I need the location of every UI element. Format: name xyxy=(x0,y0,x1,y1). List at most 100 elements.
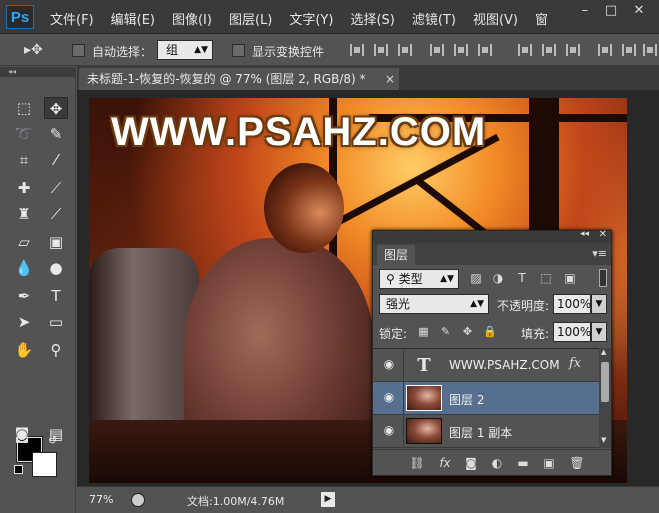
status-menu-arrow[interactable]: ▶ xyxy=(321,492,335,507)
align-vcenter-icon[interactable] xyxy=(374,44,388,56)
shape-filter-icon[interactable]: ⬚ xyxy=(539,271,553,285)
background-color-swatch[interactable] xyxy=(32,452,57,477)
layer-scrollbar[interactable]: ▲ ▼ xyxy=(599,348,611,448)
layer-name[interactable]: 图层 2 xyxy=(449,391,484,408)
auto-select-label: 自动选择： xyxy=(92,45,153,59)
trash-icon[interactable]: 🗑 xyxy=(569,456,585,470)
minimize-button[interactable]: – xyxy=(572,3,598,21)
layer-filter-dropdown[interactable]: ⚲ 类型 ▲▼ xyxy=(379,269,459,289)
zoom-icon[interactable]: ⚲ xyxy=(44,339,68,361)
blend-mode-dropdown[interactable]: 强光 ▲▼ xyxy=(379,294,489,314)
dodge-icon[interactable]: ● xyxy=(44,257,68,279)
eyedropper-icon[interactable]: ⁄ xyxy=(44,149,68,171)
layer-row[interactable]: ◉ 图层 2 xyxy=(373,382,599,415)
layer-name[interactable]: WWW.PSAHZ.COM xyxy=(449,358,560,372)
scroll-thumb[interactable] xyxy=(601,362,609,402)
fill-input[interactable]: 100% xyxy=(553,322,591,342)
new-group-icon[interactable]: ▬ xyxy=(515,456,531,470)
zoom-level[interactable]: 77% xyxy=(89,493,113,506)
new-layer-icon[interactable]: ▣ xyxy=(541,456,557,470)
adjustment-filter-icon[interactable]: ◑ xyxy=(491,271,505,285)
layer-row[interactable]: ◉ 图层 1 副本 xyxy=(373,415,599,448)
history-brush-icon[interactable]: ⟋ xyxy=(44,203,68,225)
lock-pixels-icon[interactable]: ✎ xyxy=(439,325,452,338)
blur-icon[interactable]: 💧 xyxy=(12,257,36,279)
distribute-bottom-icon[interactable] xyxy=(566,44,580,56)
panel-menu-icon[interactable]: ▾≡ xyxy=(592,247,607,260)
distribute-hcenter-icon[interactable] xyxy=(622,44,636,56)
maximize-button[interactable]: □ xyxy=(598,3,624,21)
share-icon[interactable] xyxy=(131,493,145,507)
default-colors-icon[interactable] xyxy=(14,465,23,474)
distribute-left-icon[interactable] xyxy=(598,44,612,56)
distribute-top-icon[interactable] xyxy=(518,44,532,56)
fx-icon[interactable]: fx xyxy=(569,356,581,371)
lock-transparent-icon[interactable]: ▦ xyxy=(417,325,430,338)
lock-all-icon[interactable]: 🔒 xyxy=(483,325,497,338)
menu-filter[interactable]: 滤镜(T) xyxy=(412,9,456,28)
eye-icon[interactable]: ◉ xyxy=(381,424,397,436)
quick-select-icon[interactable]: ✎ xyxy=(44,123,68,145)
align-top-icon[interactable] xyxy=(350,44,364,56)
eye-icon[interactable]: ◉ xyxy=(381,358,397,370)
type-filter-icon[interactable]: T xyxy=(515,271,529,285)
menu-type[interactable]: 文字(Y) xyxy=(289,9,333,28)
menu-image[interactable]: 图像(I) xyxy=(172,9,212,28)
eye-icon[interactable]: ◉ xyxy=(381,391,397,403)
auto-select-checkbox[interactable] xyxy=(72,44,85,57)
smartobject-filter-icon[interactable]: ▣ xyxy=(563,271,577,285)
move-icon[interactable]: ✥ xyxy=(44,97,68,119)
show-transform-checkbox[interactable] xyxy=(232,44,245,57)
crop-icon[interactable]: ⌗ xyxy=(12,149,36,171)
adjustment-layer-icon[interactable]: ◐ xyxy=(489,456,505,470)
menu-edit[interactable]: 编辑(E) xyxy=(111,9,155,28)
lock-position-icon[interactable]: ✥ xyxy=(461,325,474,338)
type-icon[interactable]: T xyxy=(44,285,68,307)
pixel-filter-icon[interactable]: ▨ xyxy=(469,271,483,285)
brush-icon[interactable]: ⟋ xyxy=(44,177,68,199)
shape-icon[interactable]: ▭ xyxy=(44,311,68,333)
align-hcenter-icon[interactable] xyxy=(454,44,468,56)
lasso-icon[interactable]: ➰ xyxy=(12,123,36,145)
opacity-input[interactable]: 100% xyxy=(553,294,591,314)
path-select-icon[interactable]: ➤ xyxy=(12,311,36,333)
eraser-icon[interactable]: ▱ xyxy=(12,231,36,253)
layer-name[interactable]: 图层 1 副本 xyxy=(449,424,512,441)
add-mask-icon[interactable]: ◙ xyxy=(463,456,479,470)
align-right-icon[interactable] xyxy=(478,44,492,56)
stamp-icon[interactable]: ♜ xyxy=(12,203,36,225)
pen-icon[interactable]: ✒ xyxy=(12,285,36,307)
align-bottom-icon[interactable] xyxy=(398,44,412,56)
distribute-vcenter-icon[interactable] xyxy=(542,44,556,56)
distribute-right-icon[interactable] xyxy=(643,44,657,56)
layer-row[interactable]: ◉ T WWW.PSAHZ.COM fx xyxy=(373,349,599,382)
menu-layer[interactable]: 图层(L) xyxy=(229,9,272,28)
tab-layers[interactable]: 图层 xyxy=(377,245,415,265)
opacity-dropdown-arrow[interactable]: ▼ xyxy=(591,294,607,314)
close-icon[interactable]: × xyxy=(385,68,395,90)
tools-collapse[interactable]: ◂◂ xyxy=(0,67,76,77)
auto-select-dropdown[interactable]: 组 ▲▼ xyxy=(157,40,213,60)
hand-icon[interactable]: ✋ xyxy=(12,339,36,361)
scroll-down-icon[interactable]: ▼ xyxy=(601,436,606,444)
menu-select[interactable]: 选择(S) xyxy=(350,9,394,28)
menu-view[interactable]: 视图(V) xyxy=(473,9,518,28)
healing-icon[interactable]: ✚ xyxy=(12,177,36,199)
filter-toggle[interactable] xyxy=(599,269,607,287)
menu-file[interactable]: 文件(F) xyxy=(50,9,94,28)
align-left-icon[interactable] xyxy=(430,44,444,56)
menu-window[interactable]: 窗 xyxy=(535,9,548,28)
close-window-button[interactable]: ✕ xyxy=(626,3,652,21)
quickmask-icon[interactable]: ◙ xyxy=(10,423,34,445)
screenmode-icon[interactable]: ▤ xyxy=(44,423,68,445)
fx-icon[interactable]: fx xyxy=(437,456,453,470)
document-tab[interactable]: 未标题-1-恢复的-恢复的 @ 77% (图层 2, RGB/8) * × xyxy=(79,68,399,90)
close-icon[interactable]: ✕ xyxy=(599,229,607,240)
link-layers-icon[interactable]: ⛓ xyxy=(409,456,425,470)
gradient-icon[interactable]: ▣ xyxy=(44,231,68,253)
fill-dropdown-arrow[interactable]: ▼ xyxy=(591,322,607,342)
collapse-icon[interactable]: ◂◂ xyxy=(580,229,589,239)
marquee-icon[interactable]: ⬚ xyxy=(12,97,36,119)
move-tool-preset-icon[interactable]: ▸✥ xyxy=(24,42,43,58)
scroll-up-icon[interactable]: ▲ xyxy=(601,348,606,356)
